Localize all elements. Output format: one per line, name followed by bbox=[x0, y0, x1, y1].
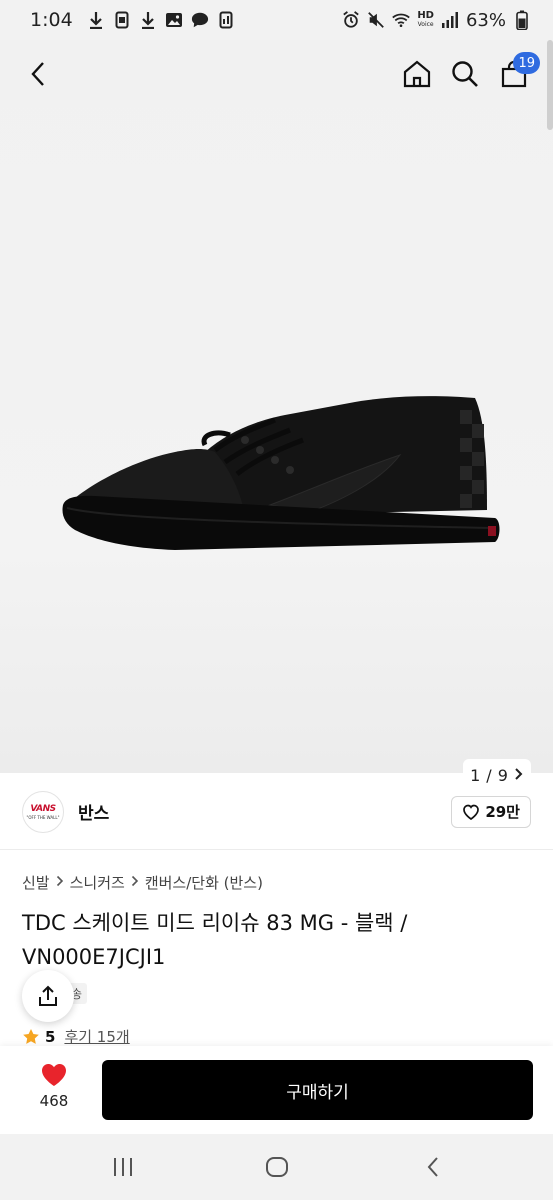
system-nav-bar bbox=[0, 1134, 553, 1200]
status-left: 1:04 bbox=[30, 9, 235, 31]
heart-icon bbox=[42, 1064, 66, 1086]
home-nav-button[interactable] bbox=[262, 1154, 292, 1180]
rating-row[interactable]: 5 후기 15개 bbox=[22, 1026, 130, 1047]
battery-icon bbox=[513, 10, 531, 30]
back-arrow-icon bbox=[427, 1157, 438, 1177]
alarm-off-icon bbox=[342, 11, 360, 29]
breadcrumb: 신발 스니커즈 캔버스/단화 (반스) bbox=[22, 872, 263, 893]
search-icon bbox=[452, 61, 478, 87]
heart-outline-icon bbox=[463, 804, 480, 820]
hd-label: HD bbox=[417, 10, 434, 21]
brand-logo-tagline: "OFF THE WALL" bbox=[26, 814, 60, 820]
product-image bbox=[62, 396, 500, 550]
status-time: 1:04 bbox=[30, 9, 73, 31]
phone-doc-icon bbox=[217, 11, 235, 29]
voice-label: Voice bbox=[417, 21, 434, 28]
share-button[interactable] bbox=[22, 970, 74, 1022]
brand-like-count: 29만 bbox=[485, 803, 520, 821]
cart-button[interactable]: 19 bbox=[494, 52, 540, 94]
rating-score: 5 bbox=[45, 1027, 56, 1046]
cart-count-badge: 19 bbox=[513, 52, 540, 74]
home-circle-icon bbox=[266, 1157, 288, 1177]
signal-icon bbox=[441, 11, 459, 29]
buy-button[interactable]: 구매하기 bbox=[102, 1060, 533, 1120]
brand-row[interactable]: VANS "OFF THE WALL" 반스 29만 bbox=[0, 774, 553, 850]
brand-name[interactable]: 반스 bbox=[78, 799, 109, 824]
brand-logo-text: VANS bbox=[30, 803, 56, 814]
review-count-link[interactable]: 후기 15개 bbox=[64, 1026, 129, 1047]
status-bar: 1:04 HD Voice 63% bbox=[0, 0, 553, 40]
mute-icon bbox=[367, 11, 385, 29]
wifi-icon bbox=[392, 11, 411, 29]
product-image-gallery[interactable]: 1 / 9 bbox=[0, 40, 553, 792]
top-nav: 19 bbox=[0, 40, 553, 110]
breadcrumb-item[interactable]: 스니커즈 bbox=[70, 872, 125, 893]
star-icon bbox=[23, 1028, 39, 1044]
recent-apps-button[interactable] bbox=[108, 1154, 138, 1180]
scrollbar[interactable] bbox=[547, 40, 553, 130]
phone-doc-icon bbox=[113, 11, 131, 29]
status-right: HD Voice 63% bbox=[342, 10, 531, 31]
gallery-icon bbox=[165, 11, 183, 29]
hd-voice-label: HD Voice bbox=[417, 11, 434, 29]
wishlist-count: 468 bbox=[39, 1092, 69, 1110]
brand-logo[interactable]: VANS "OFF THE WALL" bbox=[22, 790, 64, 833]
brand-like-button[interactable]: 29만 bbox=[451, 795, 531, 828]
share-icon bbox=[39, 985, 57, 1006]
search-button[interactable] bbox=[445, 54, 485, 94]
battery-percent: 63% bbox=[465, 9, 506, 31]
wishlist-button[interactable]: 468 bbox=[24, 1062, 84, 1118]
download-icon bbox=[87, 11, 105, 29]
chevron-left-icon bbox=[31, 62, 44, 86]
breadcrumb-item[interactable]: 캔버스/단화 (반스) bbox=[145, 872, 263, 893]
chat-bubble-icon bbox=[191, 11, 209, 29]
bottom-action-bar: 468 구매하기 bbox=[0, 1046, 553, 1134]
product-title: TDC 스케이트 미드 리이슈 83 MG - 블랙 / VN000E7JCJI… bbox=[22, 911, 408, 969]
home-icon bbox=[403, 60, 431, 88]
download-icon bbox=[139, 11, 157, 29]
back-button[interactable] bbox=[18, 54, 58, 94]
breadcrumb-item[interactable]: 신발 bbox=[22, 872, 50, 893]
back-nav-button[interactable] bbox=[418, 1154, 448, 1180]
recent-apps-icon bbox=[114, 1158, 132, 1176]
home-button[interactable] bbox=[397, 54, 437, 94]
chevron-right-icon bbox=[56, 875, 64, 891]
chevron-right-icon bbox=[131, 875, 139, 891]
